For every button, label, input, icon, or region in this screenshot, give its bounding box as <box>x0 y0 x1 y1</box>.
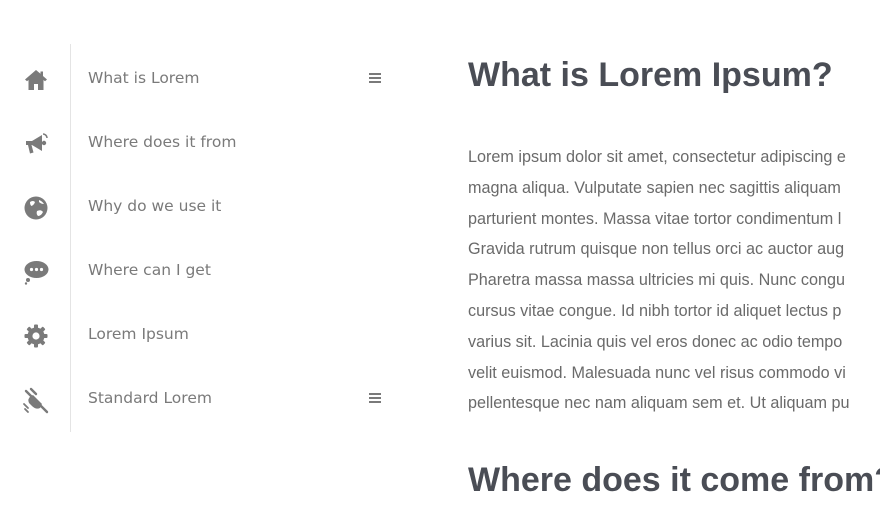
paragraph-line: velit euismod. Malesuada nunc vel risus … <box>468 363 846 382</box>
sidebar-item-where-can-i-get[interactable]: Where can I get <box>0 238 400 302</box>
sidebar-item-where-does-it-from[interactable]: Where does it from <box>0 110 400 174</box>
hamburger-menu-icon[interactable] <box>369 73 383 85</box>
paragraph-line: parturient montes. Massa vitae tortor co… <box>468 209 842 228</box>
sidebar-item-standard-lorem[interactable]: Standard Lorem <box>0 366 400 430</box>
paragraph-line: magna aliqua. Vulputate sapien nec sagit… <box>468 178 841 197</box>
sidebar-item-label: Standard Lorem <box>88 389 212 407</box>
sidebar-item-label: Why do we use it <box>88 197 222 215</box>
paragraph-line: Gravida rutrum quisque non tellus orci a… <box>468 240 845 259</box>
section-heading-what-is-lorem-ipsum: What is Lorem Ipsum? <box>468 56 833 94</box>
sidebar-item-label: Where can I get <box>88 261 211 279</box>
globe-icon <box>20 192 52 224</box>
section-paragraph: Lorem ipsum dolor sit amet, consectetur … <box>468 142 850 419</box>
main-content: What is Lorem Ipsum? Lorem ipsum dolor s… <box>468 0 880 511</box>
chat-bubble-icon <box>20 256 52 288</box>
section-heading-where-does-it-come-from: Where does it come from? <box>468 461 880 499</box>
plug-icon <box>20 384 52 416</box>
sidebar-item-label: What is Lorem <box>88 69 200 87</box>
megaphone-icon <box>20 128 52 160</box>
hamburger-menu-icon[interactable] <box>369 393 383 405</box>
sidebar-nav: What is Lorem Where does it from Why do … <box>0 44 400 432</box>
sidebar-item-lorem-ipsum[interactable]: Lorem Ipsum <box>0 302 400 366</box>
paragraph-line: varius sit. Lacinia quis vel eros donec … <box>468 332 843 351</box>
paragraph-line: Lorem ipsum dolor sit amet, consectetur … <box>468 148 846 166</box>
page: What is Lorem Where does it from Why do … <box>0 0 880 511</box>
gear-icon <box>20 320 52 352</box>
sidebar-item-label: Where does it from <box>88 133 237 151</box>
paragraph-line: cursus vitae congue. Id nibh tortor id a… <box>468 301 842 320</box>
home-icon <box>20 64 52 96</box>
sidebar-item-what-is-lorem[interactable]: What is Lorem <box>0 46 400 110</box>
paragraph-line: pellentesque nec nam aliquam sem et. Ut … <box>468 394 850 413</box>
paragraph-line: Pharetra massa massa ultricies mi quis. … <box>468 271 845 290</box>
sidebar-item-why-do-we-use-it[interactable]: Why do we use it <box>0 174 400 238</box>
sidebar-item-label: Lorem Ipsum <box>88 325 189 343</box>
